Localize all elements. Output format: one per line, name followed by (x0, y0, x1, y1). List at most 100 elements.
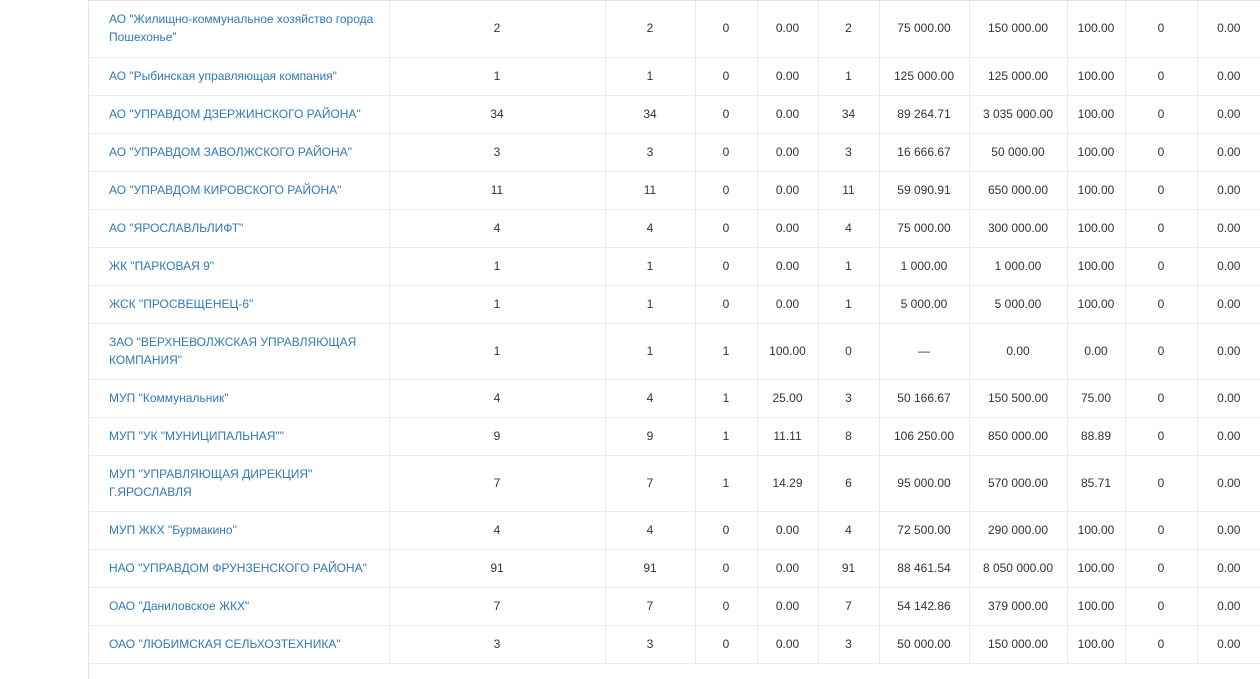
value-cell-3: 1 (695, 455, 758, 512)
value-cell-4: 0.00 (757, 511, 819, 550)
value-cell-2: 3 (605, 625, 696, 664)
org-name-cell: ОАО "ЛЮБИМСКАЯ СЕЛЬХОЗТЕХНИКА" (89, 625, 390, 664)
value-cell-7: 570 000.00 (969, 455, 1068, 512)
org-name-link[interactable]: АО "Жилищно-коммунальное хозяйство город… (109, 12, 373, 44)
value-cell-5: 0 (818, 323, 880, 380)
value-cell-3: 0 (695, 625, 758, 664)
value-cell-6: 75 000.00 (879, 0, 970, 58)
value-cell-1: 2 (389, 0, 606, 58)
value-cell-5: 1 (818, 247, 880, 286)
org-name-link[interactable]: ОАО "ЛЮБИМСКАЯ СЕЛЬХОЗТЕХНИКА" (109, 637, 341, 651)
value-cell-8: 100.00 (1067, 549, 1126, 588)
value-cell-4: 0.00 (757, 549, 819, 588)
value-cell-9: 0 (1125, 455, 1198, 512)
value-cell-4: 0.00 (757, 247, 819, 286)
org-name-cell: АО "Жилищно-коммунальное хозяйство город… (89, 0, 390, 58)
org-name-cell: ЖСК "ПРОСВЕЩЕНЕЦ-6" (89, 285, 390, 324)
value-cell-1: 91 (389, 549, 606, 588)
org-name-cell: АО "ЯРОСЛАВЛЬЛИФТ" (89, 209, 390, 248)
value-cell-6: 50 000.00 (879, 625, 970, 664)
value-cell-4: 0.00 (757, 625, 819, 664)
value-cell-9: 0 (1125, 511, 1198, 550)
value-cell-5: 7 (818, 587, 880, 626)
value-cell-10: 0.00 (1197, 247, 1260, 286)
org-name-link[interactable]: НАО "УПРАВДОМ ФРУНЗЕНСКОГО РАЙОНА" (109, 561, 367, 575)
value-cell-10: 0.00 (1197, 625, 1260, 664)
table-row: АО "УПРАВДОМ ЗАВОЛЖСКОГО РАЙОНА" 3 3 0 0.00 3… (89, 133, 1260, 172)
value-cell-3: 0 (695, 587, 758, 626)
value-cell-4: 0.00 (757, 57, 819, 96)
value-cell-3: 1 (695, 323, 758, 380)
value-cell-8: 100.00 (1067, 285, 1126, 324)
value-cell-2: 91 (605, 549, 696, 588)
value-cell-9: 0 (1125, 209, 1198, 248)
value-cell-3: 0 (695, 549, 758, 588)
org-name-cell: ОАО "Даниловское ЖКХ" (89, 587, 390, 626)
value-cell-10: 0.00 (1197, 379, 1260, 418)
value-cell-10: 0.00 (1197, 95, 1260, 134)
org-name-link[interactable]: АО "ЯРОСЛАВЛЬЛИФТ" (109, 221, 243, 235)
value-cell-1: 11 (389, 171, 606, 210)
value-cell-6: 89 264.71 (879, 95, 970, 134)
org-name-link[interactable]: ЖК "ПАРКОВАЯ 9" (109, 259, 214, 273)
value-cell-4: 0.00 (757, 285, 819, 324)
value-cell-8: 100.00 (1067, 587, 1126, 626)
value-cell-5: 2 (818, 0, 880, 58)
value-cell-3: 0 (695, 209, 758, 248)
value-cell-4: 0.00 (757, 209, 819, 248)
value-cell-4: 0.00 (757, 0, 819, 58)
value-cell-3: 1 (695, 417, 758, 456)
value-cell-10: 0.00 (1197, 0, 1260, 58)
org-name-link[interactable]: ЖСК "ПРОСВЕЩЕНЕЦ-6" (109, 297, 253, 311)
value-cell-10: 0.00 (1197, 511, 1260, 550)
org-name-link[interactable]: МУП ЖКХ "Бурмакино" (109, 523, 237, 537)
value-cell-1: 7 (389, 455, 606, 512)
value-cell-5: 8 (818, 417, 880, 456)
value-cell-10: 0.00 (1197, 133, 1260, 172)
value-cell-6: 59 090.91 (879, 171, 970, 210)
value-cell-9: 0 (1125, 0, 1198, 58)
value-cell-3: 0 (695, 171, 758, 210)
value-cell-7: 379 000.00 (969, 587, 1068, 626)
org-name-link[interactable]: МУП "УПРАВЛЯЮЩАЯ ДИРЕКЦИЯ" Г.ЯРОСЛАВЛЯ (109, 467, 312, 499)
value-cell-9: 0 (1125, 379, 1198, 418)
org-name-cell: АО "Рыбинская управляющая компания" (89, 57, 390, 96)
value-cell-7: 850 000.00 (969, 417, 1068, 456)
value-cell-1: 3 (389, 133, 606, 172)
value-cell-7: 1 000.00 (969, 247, 1068, 286)
value-cell-9: 0 (1125, 57, 1198, 96)
value-cell-3: 0 (695, 133, 758, 172)
org-name-link[interactable]: ЗАО "ВЕРХНЕВОЛЖСКАЯ УПРАВЛЯЮЩАЯ КОМПАНИЯ… (109, 335, 356, 367)
value-cell-9: 0 (1125, 625, 1198, 664)
value-cell-3: 0 (695, 95, 758, 134)
table-row: МУП "УПРАВЛЯЮЩАЯ ДИРЕКЦИЯ" Г.ЯРОСЛАВЛЯ 7 7… (89, 455, 1260, 512)
value-cell-9: 0 (1125, 549, 1198, 588)
value-cell-3: 1 (695, 379, 758, 418)
value-cell-2: 7 (605, 587, 696, 626)
value-cell-2: 9 (605, 417, 696, 456)
value-cell-7: 150 500.00 (969, 379, 1068, 418)
table-row: ЖСК "ПРОСВЕЩЕНЕЦ-6" 1 1 0 0.00 1 5 000.00 5 000… (89, 285, 1260, 324)
org-name-link[interactable]: АО "Рыбинская управляющая компания" (109, 69, 337, 83)
value-cell-1: 1 (389, 57, 606, 96)
org-name-link[interactable]: АО "УПРАВДОМ ДЗЕРЖИНСКОГО РАЙОНА" (109, 107, 361, 121)
value-cell-8: 75.00 (1067, 379, 1126, 418)
org-name-link[interactable]: АО "УПРАВДОМ ЗАВОЛЖСКОГО РАЙОНА" (109, 145, 352, 159)
value-cell-8: 100.00 (1067, 625, 1126, 664)
org-name-link[interactable]: ОАО "Даниловское ЖКХ" (109, 599, 249, 613)
table-row: АО "Рыбинская управляющая компания" 1 1 0 0.… (89, 57, 1260, 96)
value-cell-2: 4 (605, 511, 696, 550)
organizations-table: АО "Жилищно-коммунальное хозяйство город… (89, 0, 1260, 664)
value-cell-1: 1 (389, 247, 606, 286)
value-cell-5: 3 (818, 379, 880, 418)
org-name-link[interactable]: АО "УПРАВДОМ КИРОВСКОГО РАЙОНА" (109, 183, 341, 197)
org-name-cell: АО "УПРАВДОМ КИРОВСКОГО РАЙОНА" (89, 171, 390, 210)
org-name-cell: ЖК "ПАРКОВАЯ 9" (89, 247, 390, 286)
value-cell-1: 4 (389, 511, 606, 550)
org-name-link[interactable]: МУП "УК "МУНИЦИПАЛЬНАЯ"" (109, 429, 284, 443)
value-cell-2: 7 (605, 455, 696, 512)
table-row: ОАО "ЛЮБИМСКАЯ СЕЛЬХОЗТЕХНИКА" 3 3 0 0.00 3 50… (89, 625, 1260, 664)
org-name-link[interactable]: МУП "Коммунальник" (109, 391, 229, 405)
value-cell-9: 0 (1125, 417, 1198, 456)
value-cell-1: 4 (389, 209, 606, 248)
